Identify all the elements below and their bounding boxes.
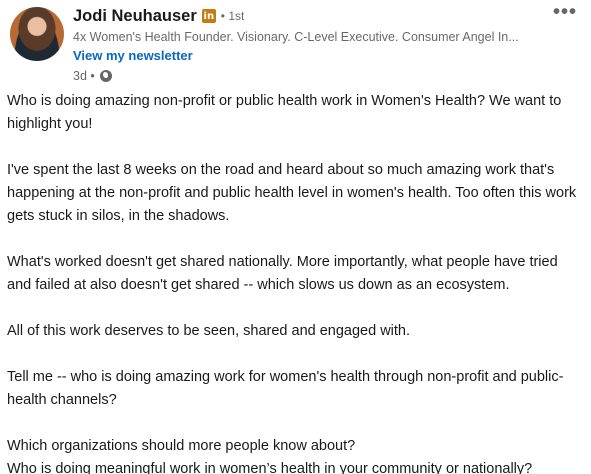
post-paragraph: Tell me -- who is doing amazing work for…	[7, 369, 564, 408]
post-paragraph: All of this work deserves to be seen, sh…	[7, 323, 411, 339]
post-time: 3d •	[73, 69, 95, 83]
post-meta: 3d •	[73, 67, 543, 85]
feed-post: Jodi Neuhauser in • 1st 4x Women's Healt…	[0, 0, 591, 474]
post-paragraph: Who is doing meaningful work in women’s …	[7, 461, 533, 474]
connection-degree: • 1st	[220, 9, 245, 23]
post-paragraph: I've spent the last 8 weeks on the road …	[7, 162, 577, 224]
post-body: Who is doing amazing non-profit or publi…	[7, 90, 585, 474]
more-options-button[interactable]: •••	[551, 1, 579, 23]
post-paragraph: Which organizations should more people k…	[7, 438, 356, 454]
view-newsletter-link[interactable]: View my newsletter	[73, 46, 193, 65]
author-name[interactable]: Jodi Neuhauser	[73, 7, 197, 26]
post-header: Jodi Neuhauser in • 1st 4x Women's Healt…	[73, 4, 543, 85]
post-paragraph: Who is doing amazing non-profit or publi…	[7, 93, 562, 132]
author-name-row: Jodi Neuhauser in • 1st	[73, 4, 543, 28]
linkedin-premium-icon: in	[201, 9, 216, 23]
author-headline[interactable]: 4x Women's Health Founder. Visionary. C-…	[73, 28, 543, 46]
author-avatar[interactable]	[10, 7, 64, 61]
post-paragraph: What's worked doesn't get shared nationa…	[7, 254, 558, 293]
globe-icon	[99, 70, 112, 82]
